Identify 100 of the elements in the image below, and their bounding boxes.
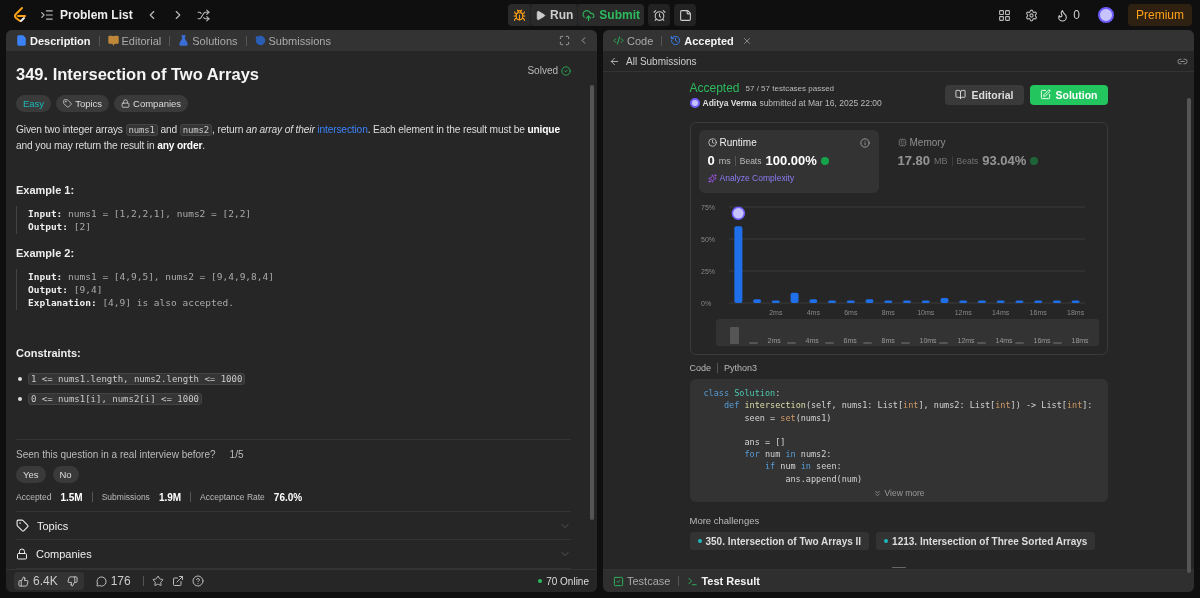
answer-button[interactable]: Yes — [16, 465, 46, 483]
submit-button[interactable]: Submit — [578, 4, 644, 26]
settings-icon[interactable] — [1025, 8, 1039, 22]
editorial-button[interactable]: Editorial — [945, 84, 1024, 105]
code-line: seen = set(nums1) — [743, 411, 833, 424]
cloud-upload-icon — [582, 8, 596, 22]
checkbox-icon — [613, 575, 624, 587]
problem-title: 349. Intersection of Two Arrays — [16, 65, 259, 84]
constraint: 0 <= nums1[i], nums2[i] <= 1000 — [28, 393, 202, 405]
tag-button[interactable]: Topics — [56, 95, 110, 112]
thumbs-up-icon — [18, 575, 29, 587]
metric-unit: MB — [934, 155, 948, 166]
panel-tab[interactable]: Test Result — [685, 575, 762, 587]
solved-status: Solved — [527, 65, 558, 76]
alarm-button[interactable] — [648, 4, 670, 26]
online-count: 70 Online — [546, 575, 589, 587]
stat-label: Submissions — [101, 492, 150, 503]
lock-icon — [121, 99, 131, 108]
submission-status: Accepted — [689, 81, 740, 95]
run-button[interactable]: Run — [531, 4, 578, 26]
chip-icon — [897, 138, 907, 147]
comments-button[interactable]: 176 — [91, 570, 135, 592]
help-icon[interactable] — [191, 575, 204, 587]
navigator-bar — [729, 327, 739, 344]
challenge-chip[interactable]: 350. Intersection of Two Arrays II — [689, 532, 870, 551]
lock-icon — [16, 548, 28, 561]
metric-value: 17.80 — [897, 153, 931, 168]
avatar[interactable] — [1098, 7, 1114, 23]
author-avatar — [689, 98, 700, 108]
problem-list-link[interactable]: Problem List — [60, 8, 133, 22]
note-icon — [678, 8, 692, 22]
panel-tab[interactable]: Editorial — [105, 34, 164, 47]
tag-button[interactable]: Companies — [114, 95, 189, 112]
metric-value: 0 — [707, 153, 715, 168]
scrollbar[interactable] — [1187, 98, 1191, 573]
alarm-clock-icon — [652, 8, 666, 22]
panel-tab[interactable]: Testcase — [611, 575, 673, 587]
chart-bar — [1014, 300, 1023, 303]
tag-icon — [16, 519, 29, 533]
all-submissions-link[interactable]: All Submissions — [626, 55, 697, 67]
beats-label: Beats — [956, 155, 979, 166]
back-icon[interactable] — [609, 55, 620, 67]
chart-bar — [996, 300, 1005, 303]
more-challenges-heading: More challenges — [689, 515, 761, 527]
example-line: Input: nums1 = [4,9,5], nums2 = [9,4,9,8,4] — [28, 270, 275, 283]
submitted-time: submitted at Mar 16, 2025 22:00 — [759, 98, 882, 108]
list-icon[interactable] — [40, 8, 54, 22]
book-icon — [955, 89, 967, 100]
example-heading: Example 1: — [16, 184, 76, 196]
scrollbar[interactable] — [590, 85, 594, 520]
grid-icon[interactable] — [998, 8, 1012, 22]
example-heading: Example 2: — [16, 247, 76, 259]
chart-bar — [939, 297, 948, 303]
status-dot — [697, 539, 702, 544]
metric-card[interactable]: Runtime 0 ms Beats 100.00% Analyze Complexity — [698, 130, 879, 193]
answer-button[interactable]: No — [52, 465, 79, 483]
code-icon — [613, 35, 624, 46]
metric-unit: ms — [718, 155, 731, 166]
premium-button[interactable]: Premium — [1128, 4, 1192, 26]
note-button[interactable] — [674, 4, 696, 26]
online-dot — [538, 579, 543, 583]
close-icon[interactable] — [741, 35, 752, 46]
analyze-complexity-link[interactable]: Analyze Complexity — [719, 173, 795, 183]
debug-button[interactable] — [508, 4, 530, 26]
chart-bar — [808, 299, 817, 303]
clock-icon — [707, 138, 717, 147]
challenge-chip[interactable]: 1213. Intersection of Three Sorted Arrays — [876, 532, 1096, 551]
example-line: Output: [9,4] — [28, 283, 104, 296]
comment-icon — [95, 575, 107, 587]
flame-icon — [1056, 8, 1070, 22]
intersection-link[interactable]: intersection — [317, 124, 368, 135]
metric-label: Runtime — [719, 137, 757, 148]
stat-label: Accepted — [16, 492, 52, 503]
star-icon[interactable] — [151, 575, 164, 587]
maximize-icon[interactable] — [559, 35, 570, 46]
user-avatar-icon — [731, 206, 745, 220]
panel-tab[interactable]: Submissions — [252, 34, 333, 47]
beats-label: Beats — [739, 155, 762, 166]
language-label: Python3 — [724, 363, 758, 373]
code-line: if num in seen: — [763, 460, 843, 473]
panel-tab[interactable]: Solutions — [176, 34, 240, 47]
share-icon[interactable] — [171, 575, 184, 587]
chart-bar — [752, 299, 761, 303]
badge-icon — [820, 156, 829, 165]
panel-tab[interactable]: Code — [611, 34, 656, 47]
panel-tab[interactable]: Accepted — [668, 34, 736, 47]
check-icon — [561, 65, 571, 76]
author-name[interactable]: Aditya Verma — [702, 98, 757, 108]
logo-icon[interactable] — [12, 6, 28, 24]
panel-tab[interactable]: Description — [14, 34, 93, 47]
beats-value: 93.04% — [982, 153, 1027, 168]
streak-button[interactable]: 0 — [1052, 4, 1084, 26]
chart-bar — [958, 300, 967, 303]
example-line: Output: [2] — [28, 220, 92, 233]
shuffle-icon[interactable] — [196, 8, 210, 22]
metric-card[interactable]: Memory 17.80 MB Beats 93.04% — [888, 130, 1069, 193]
accordion-header[interactable]: Topics — [16, 511, 571, 541]
view-more-link[interactable]: View more — [884, 488, 925, 499]
info-icon[interactable] — [859, 137, 870, 148]
chart-bar — [1052, 300, 1061, 303]
